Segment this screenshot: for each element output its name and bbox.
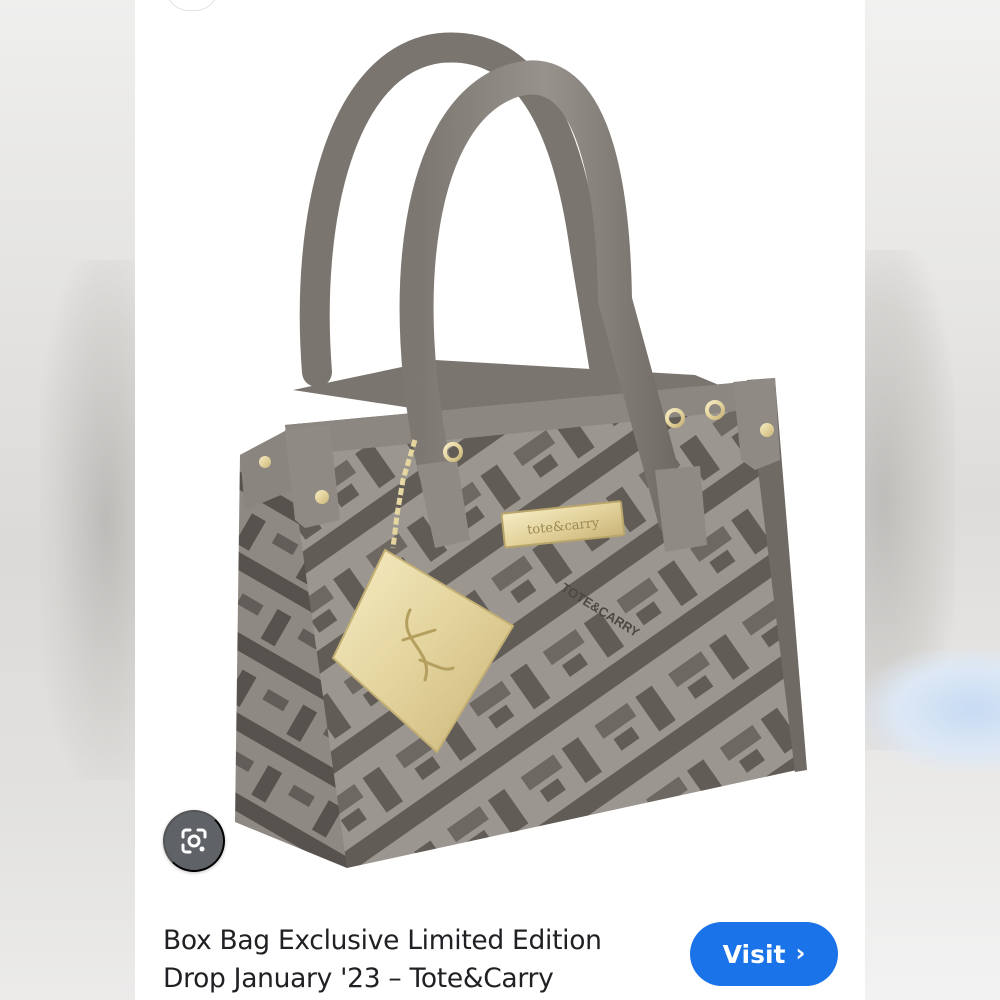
search-result-card: tote&carry TOTE&CARRY Box Bag Exclusive … bbox=[135, 0, 865, 1000]
google-lens-button[interactable] bbox=[163, 810, 225, 872]
result-title[interactable]: Box Bag Exclusive Limited Edition Drop J… bbox=[163, 922, 683, 998]
chevron-right-icon: › bbox=[795, 939, 806, 967]
visit-button[interactable]: Visit › bbox=[690, 922, 838, 986]
blurred-background-right bbox=[865, 0, 1000, 1000]
visit-button-label: Visit bbox=[722, 939, 786, 969]
google-lens-icon bbox=[181, 828, 207, 854]
result-title-line-2: Drop January '23 – Tote&Carry bbox=[163, 963, 554, 994]
result-title-line-1: Box Bag Exclusive Limited Edition bbox=[163, 925, 602, 956]
product-image[interactable]: tote&carry TOTE&CARRY bbox=[135, 0, 865, 890]
blurred-background-left bbox=[0, 0, 135, 1000]
